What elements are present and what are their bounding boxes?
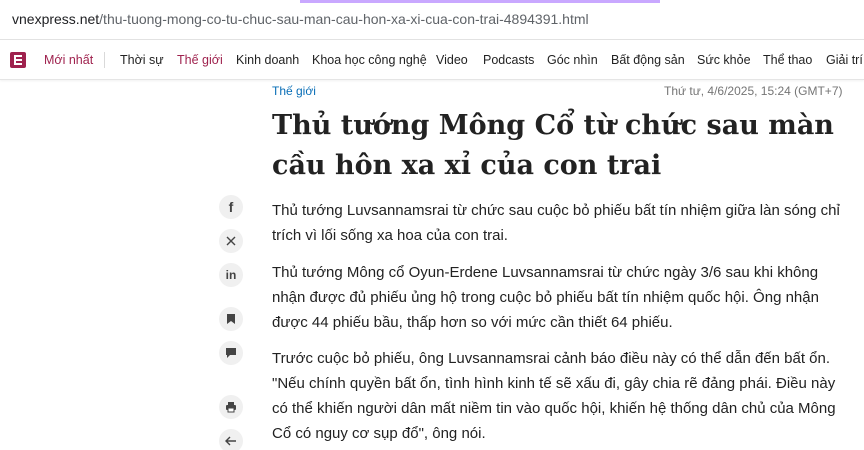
url-path: /thu-tuong-mong-co-tu-chuc-sau-man-cau-h… (99, 11, 589, 27)
article-title: Thủ tướng Mông Cổ từ chức sau màn cầu hô… (272, 110, 834, 181)
nav-latest[interactable]: Mới nhất (44, 53, 93, 67)
nav-item-thoi-su[interactable]: Thời sự (120, 53, 164, 67)
facebook-icon: f (228, 199, 234, 215)
article-category[interactable]: Thế giới (272, 84, 316, 98)
share-x-button[interactable] (219, 229, 243, 253)
x-icon (226, 236, 236, 246)
share-linkedin-button[interactable]: in (219, 263, 243, 287)
nav-item-giai-tri[interactable]: Giải trí (826, 53, 863, 67)
nav-item-podcasts[interactable]: Podcasts (483, 53, 534, 67)
url-domain: vnexpress.net (12, 11, 100, 27)
back-icon (225, 436, 237, 446)
nav-item-the-thao[interactable]: Thể thao (763, 53, 812, 67)
print-icon (225, 401, 237, 413)
article-lead: Thủ tướng Luvsannamsrai từ chức sau cuộc… (272, 202, 840, 244)
comment-button[interactable] (219, 341, 243, 365)
article-date: Thứ tư, 4/6/2025, 15:24 (GMT+7) (664, 84, 843, 98)
nav-item-bat-dong-san[interactable]: Bất động sản (611, 53, 685, 67)
nav-divider (104, 52, 105, 68)
nav-item-the-gioi[interactable]: Thế giới (177, 53, 223, 67)
back-button[interactable] (219, 429, 243, 450)
vnexpress-logo-icon[interactable] (10, 52, 26, 68)
site-navigation: Mới nhất Thời sự Thế giới Kinh doanh Kho… (0, 40, 864, 80)
linkedin-icon: in (225, 268, 237, 282)
article-paragraph: Trước cuộc bỏ phiếu, ông Luvsannamsrai c… (272, 350, 836, 442)
nav-item-khoa-hoc-cong-nghe[interactable]: Khoa học công nghệ (312, 53, 427, 67)
comment-icon (225, 347, 237, 359)
url-text[interactable]: vnexpress.net/thu-tuong-mong-co-tu-chuc-… (12, 11, 589, 27)
nav-item-goc-nhin[interactable]: Góc nhìn (547, 53, 598, 67)
bookmark-icon (226, 313, 236, 325)
nav-item-kinh-doanh[interactable]: Kinh doanh (236, 53, 299, 67)
tab-highlight (300, 0, 660, 3)
share-facebook-button[interactable]: f (219, 195, 243, 219)
browser-address-bar[interactable]: vnexpress.net/thu-tuong-mong-co-tu-chuc-… (0, 0, 864, 40)
article-paragraph: Thủ tướng Mông cổ Oyun-Erdene Luvsannams… (272, 264, 819, 331)
save-bookmark-button[interactable] (219, 307, 243, 331)
nav-item-suc-khoe[interactable]: Sức khỏe (697, 53, 751, 67)
print-button[interactable] (219, 395, 243, 419)
nav-item-video[interactable]: Video (436, 53, 468, 67)
